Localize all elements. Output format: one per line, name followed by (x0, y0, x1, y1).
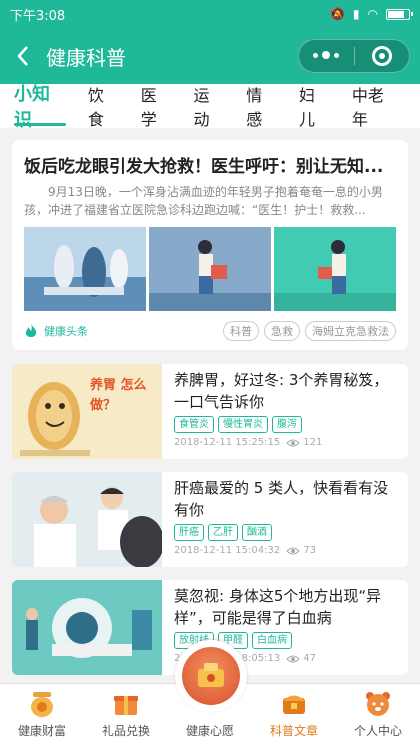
article-tags: 食管炎 慢性胃炎 腹泻 (174, 416, 398, 433)
featured-image-cartoon-1 (149, 227, 271, 311)
health-wish-button[interactable] (175, 640, 247, 712)
status-bar: 下午3:08 🔕 ▮ ◠ (0, 0, 420, 28)
tab-elderly[interactable]: 中老年 (352, 84, 398, 129)
wish-center-icon (182, 647, 240, 705)
nav-item-profile[interactable]: 个人中心 (336, 684, 420, 747)
nav-item-health-wealth[interactable]: 健康财富 (0, 684, 84, 747)
article-tag[interactable]: 白血病 (252, 632, 292, 649)
nav-label: 健康财富 (17, 724, 66, 738)
article-date: 2018-12-11 15:25:15 (174, 437, 281, 448)
signal-icon: ▮ (352, 7, 360, 21)
featured-image-hospital (24, 227, 146, 311)
article-views: 47 (286, 653, 316, 664)
money-jar-icon (25, 688, 59, 718)
status-time: 下午3:08 (10, 8, 66, 24)
article-title: 肝癌最爱的 5 类人，快看看有没有你 (174, 479, 389, 519)
article-title: 莫忽视: 身体这5个地方出现“异样”，可能是得了白血病 (174, 587, 382, 627)
article-thumbnail: 养胃 怎么做？ (12, 364, 162, 459)
article-meta: 2018-12-11 15:25:15 121 (174, 437, 398, 448)
featured-images (24, 227, 396, 311)
nav-label: 健康心愿 (185, 724, 234, 738)
article-views: 121 (286, 437, 322, 448)
more-dot-icon (334, 52, 340, 58)
tab-emotion[interactable]: 情感 (246, 84, 277, 129)
article-tag[interactable]: 酗酒 (242, 524, 272, 541)
nav-bar: 健康科普 (0, 28, 420, 84)
page-title: 健康科普 (46, 45, 126, 70)
battery-icon (386, 8, 413, 20)
article-tag[interactable]: 食管炎 (174, 416, 214, 433)
more-dot-icon (322, 51, 331, 60)
view-count: 121 (303, 437, 323, 448)
article-card[interactable]: 养胃 怎么做？ 养脾胃，好过冬: 3个养胃秘笈，一口气告诉你 食管炎 慢性胃炎 … (12, 364, 408, 459)
featured-footer: 健康头条 科普 急救 海姆立克急救法 (24, 315, 396, 347)
view-count: 73 (303, 545, 316, 556)
view-count: 47 (303, 653, 316, 664)
chevron-left-icon (17, 46, 28, 66)
close-circle-icon (371, 46, 392, 66)
article-thumbnail (12, 580, 162, 675)
featured-article-card[interactable]: 饭后吃龙眼引发大抢救！医生呼吁：别让无知... 9月13日晚，一个浑身沾满血迹的… (12, 140, 408, 350)
nav-label: 科普文章 (269, 724, 318, 738)
article-tag[interactable]: 慢性胃炎 (218, 416, 268, 433)
back-button[interactable] (0, 28, 46, 84)
eye-icon (286, 439, 300, 446)
eye-icon (286, 547, 300, 554)
more-dot-icon (313, 52, 319, 58)
nav-label: 个人中心 (353, 724, 402, 738)
eye-icon (286, 655, 300, 662)
mute-icon: 🔕 (329, 7, 345, 21)
article-date: 2018-12-11 15:04:32 (174, 545, 281, 556)
nav-item-gift-exchange[interactable]: 礼品兑换 (84, 684, 168, 747)
article-tag[interactable]: 腹泻 (272, 416, 302, 433)
tab-medicine[interactable]: 医学 (141, 84, 172, 129)
featured-title: 饭后吃龙眼引发大抢救！医生呼吁：别让无知... (24, 157, 384, 177)
featured-image-cartoon-2 (274, 227, 396, 311)
tab-sport[interactable]: 运动 (193, 84, 224, 129)
miniprogram-capsule (298, 39, 410, 73)
featured-source[interactable]: 健康头条 (24, 323, 218, 339)
article-views: 73 (286, 545, 316, 556)
tab-women-children[interactable]: 妇儿 (299, 84, 330, 129)
article-tag[interactable]: 乙肝 (208, 524, 238, 541)
article-title: 养脾胃，好过冬: 3个养胃秘笈，一口气告诉你 (174, 371, 389, 411)
wifi-icon: ◠ (367, 7, 378, 21)
close-button[interactable] (355, 46, 410, 66)
article-tag[interactable]: 肝癌 (174, 524, 204, 541)
featured-summary: 9月13日晚，一个浑身沾满血迹的年轻男子抱着奄奄一息的小男孩，冲进了福建省立医院… (24, 185, 383, 217)
article-chest-icon (277, 688, 311, 718)
featured-tag[interactable]: 急救 (264, 321, 300, 341)
featured-tag[interactable]: 科普 (223, 321, 259, 341)
article-card[interactable]: 肝癌最爱的 5 类人，快看看有没有你 肝癌 乙肝 酗酒 2018-12-11 1… (12, 472, 408, 567)
article-meta: 2018-12-11 15:04:32 73 (174, 545, 398, 556)
source-label: 健康头条 (44, 325, 88, 338)
tab-diet[interactable]: 饮食 (88, 84, 119, 129)
gift-icon (109, 688, 143, 718)
thumbnail-caption: 养胃 怎么做？ (90, 378, 147, 413)
nav-item-science-articles[interactable]: 科普文章 (252, 684, 336, 747)
category-tabs: 小知识 饮食 医学 运动 情感 妇儿 中老年 (0, 84, 420, 131)
article-tags: 肝癌 乙肝 酗酒 (174, 524, 398, 541)
mascot-icon (361, 688, 395, 718)
tab-knowledge[interactable]: 小知识 (14, 84, 66, 131)
flame-icon (25, 324, 37, 337)
status-icons: 🔕 ▮ ◠ (329, 7, 413, 21)
article-thumbnail (12, 472, 162, 567)
featured-tag[interactable]: 海姆立克急救法 (305, 321, 396, 341)
more-button[interactable] (299, 51, 354, 60)
nav-label: 礼品兑换 (101, 724, 150, 738)
